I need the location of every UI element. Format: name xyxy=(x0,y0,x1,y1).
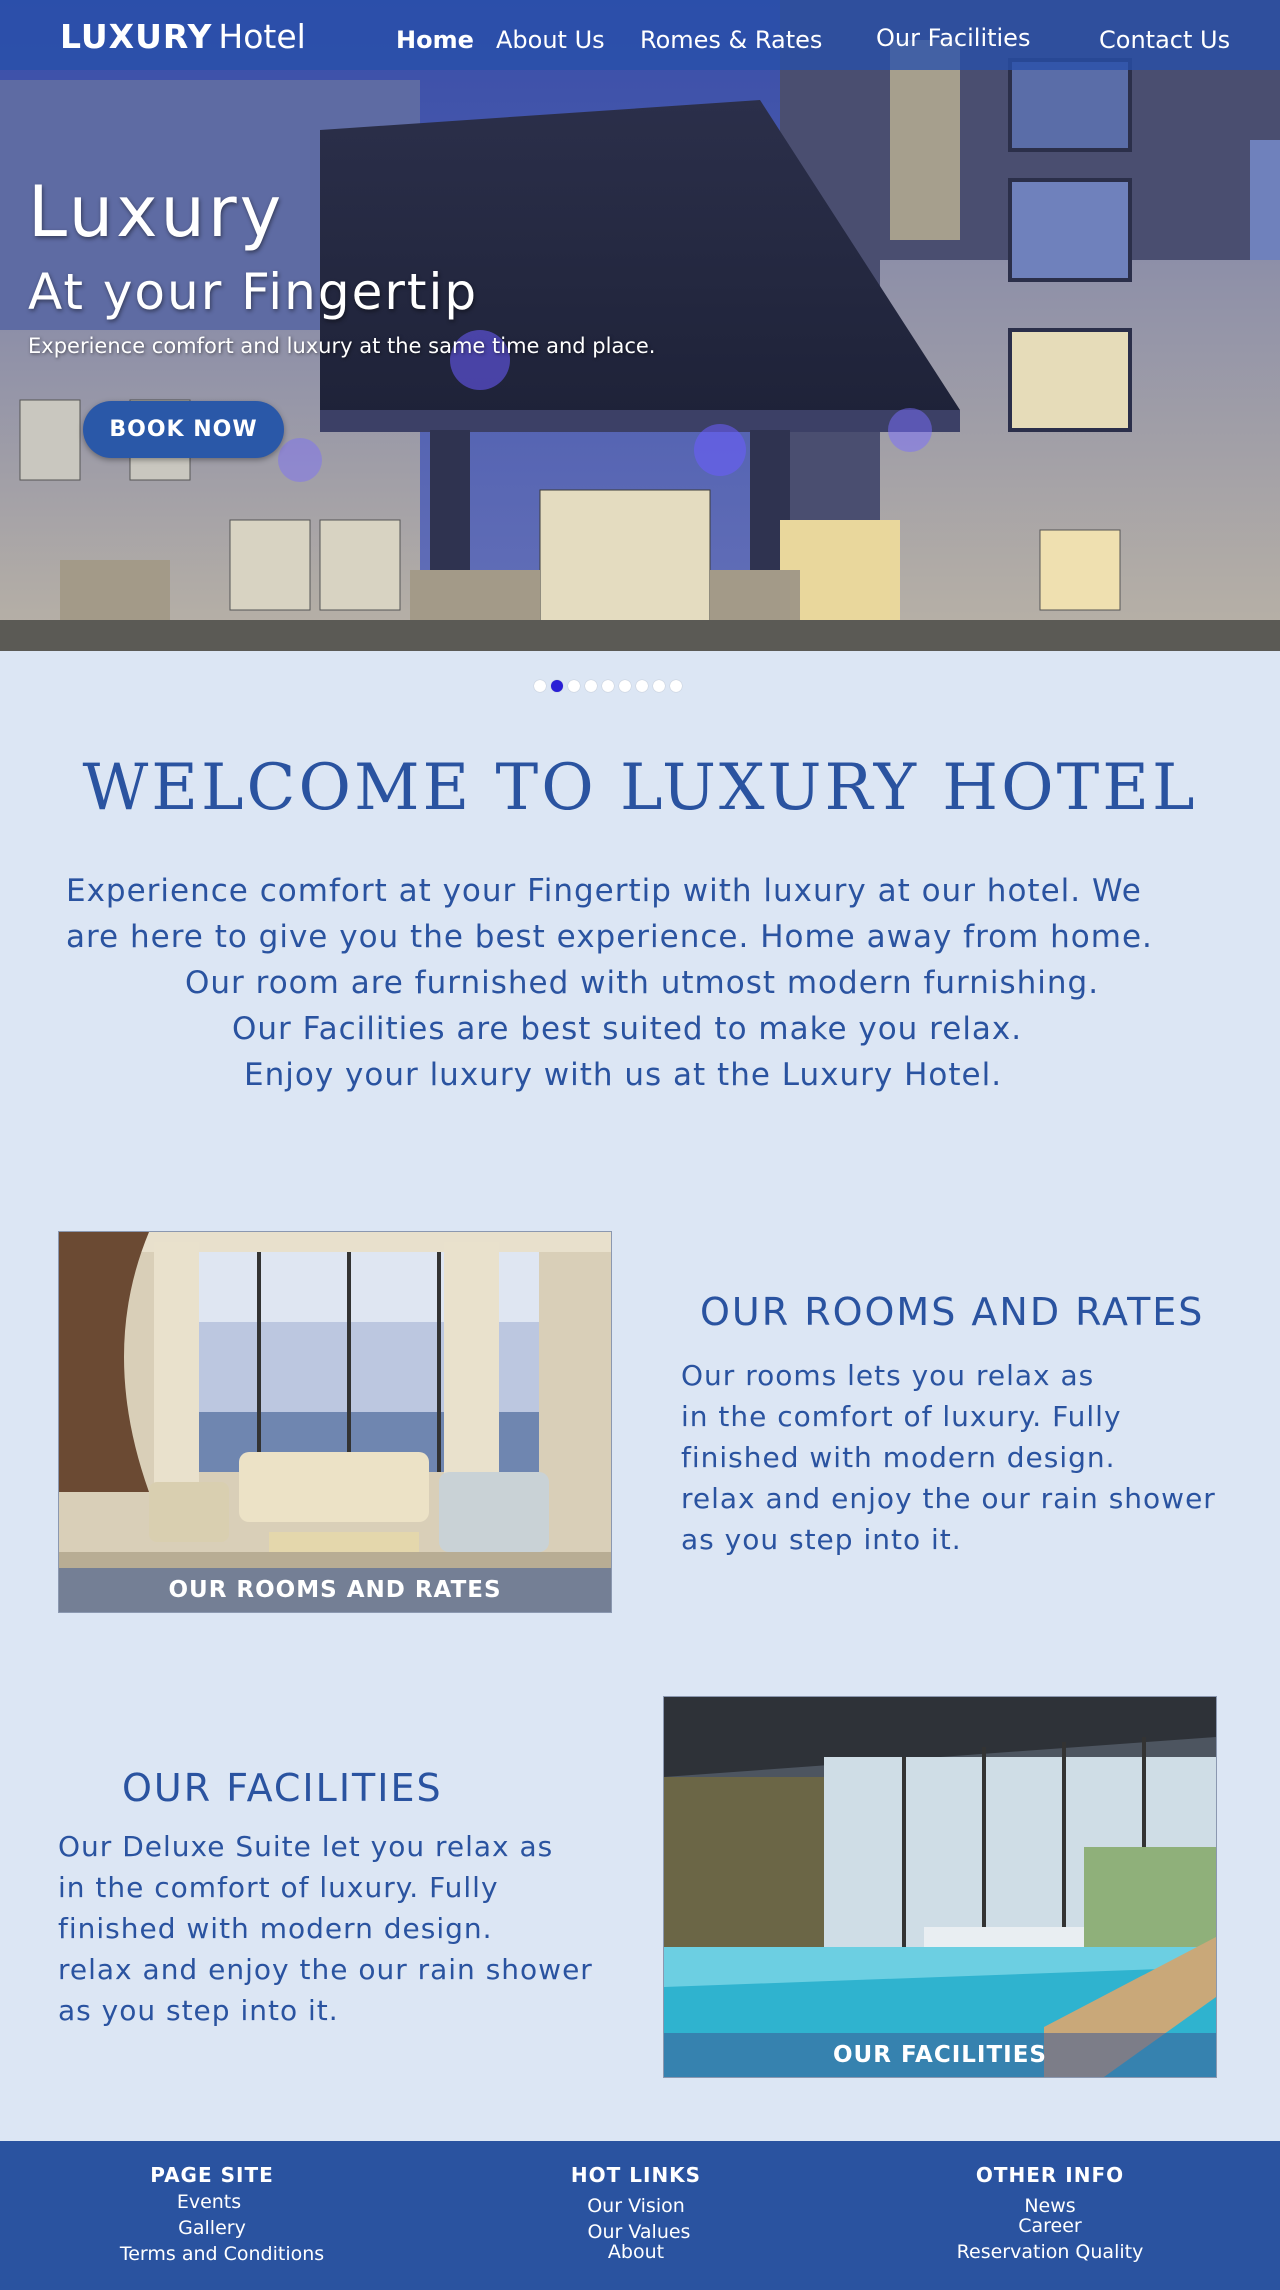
footer-link-about[interactable]: About xyxy=(456,2239,816,2265)
welcome-heading: WELCOME TO LUXURY HOTEL xyxy=(82,751,1198,825)
slider-dot[interactable] xyxy=(653,680,665,692)
welcome-line: Experience comfort at your Fingertip wit… xyxy=(66,873,1142,909)
footer-heading: PAGE SITE xyxy=(150,2163,274,2187)
rooms-line: relax and enjoy the our rain shower xyxy=(681,1482,1216,1515)
footer-link-events[interactable]: Events xyxy=(26,2189,392,2215)
footer-link-our-vision[interactable]: Our Vision xyxy=(456,2193,816,2219)
facilities-heading: OUR FACILITIES xyxy=(122,1766,443,1810)
hero-description: Experience comfort and luxury at the sam… xyxy=(28,334,656,358)
footer-link-reservation-quality[interactable]: Reservation Quality xyxy=(870,2239,1230,2265)
footer-link-gallery[interactable]: Gallery xyxy=(32,2215,392,2241)
slider-dot[interactable] xyxy=(602,680,614,692)
facilities-line: Our Deluxe Suite let you relax as xyxy=(58,1830,554,1863)
hero-subtitle: At your Fingertip xyxy=(28,263,479,321)
nav-rooms-rates[interactable]: Romes & Rates xyxy=(640,25,822,55)
welcome-line: Enjoy your luxury with us at the Luxury … xyxy=(244,1057,1003,1093)
brand-name-light: Hotel xyxy=(218,17,306,56)
top-navbar: LUXURY Hotel Home About Us Romes & Rates … xyxy=(0,0,1280,70)
facilities-description: Our Deluxe Suite let you relax as in the… xyxy=(58,1826,593,2031)
rooms-image-caption: OUR ROOMS AND RATES xyxy=(59,1568,611,1612)
facilities-line: finished with modern design. xyxy=(58,1912,493,1945)
facilities-image-card[interactable]: OUR FACILITIES xyxy=(663,1696,1217,2078)
brand-logo[interactable]: LUXURY Hotel xyxy=(60,17,306,57)
footer-heading: OTHER INFO xyxy=(975,2163,1125,2187)
slider-dots xyxy=(534,680,682,694)
facilities-image-caption: OUR FACILITIES xyxy=(664,2033,1216,2077)
living-room-image xyxy=(59,1232,611,1612)
welcome-line: Our room are furnished with utmost moder… xyxy=(185,965,1100,1001)
pool-image xyxy=(664,1697,1216,2077)
footer-column-page-site: PAGE SITE Events Gallery Terms and Condi… xyxy=(32,2161,392,2267)
rooms-line: Our rooms lets you relax as xyxy=(681,1359,1095,1392)
hotel-exterior-image xyxy=(0,0,1280,651)
footer-heading: HOT LINKS xyxy=(570,2163,702,2187)
slider-dot[interactable] xyxy=(670,680,682,692)
slider-dot[interactable] xyxy=(619,680,631,692)
hero-banner: LUXURY Hotel Home About Us Romes & Rates … xyxy=(0,0,1280,651)
nav-our-facilities[interactable]: Our Facilities xyxy=(876,23,1030,53)
hero-title: Luxury xyxy=(28,171,285,253)
rooms-line: finished with modern design. xyxy=(681,1441,1116,1474)
facilities-line: in the comfort of luxury. Fully xyxy=(58,1871,499,1904)
rooms-line: as you step into it. xyxy=(681,1523,962,1556)
brand-name-strong: LUXURY xyxy=(60,17,213,56)
footer-column-hot-links: HOT LINKS Our Vision Our Values About xyxy=(456,2161,816,2265)
footer-link-terms[interactable]: Terms and Conditions xyxy=(52,2241,392,2267)
footer-column-other-info: OTHER INFO News Career Reservation Quali… xyxy=(870,2161,1230,2265)
slider-dot[interactable] xyxy=(534,680,546,692)
nav-home[interactable]: Home xyxy=(396,25,474,55)
book-now-button[interactable]: BOOK NOW xyxy=(83,401,284,458)
welcome-line: Our Facilities are best suited to make y… xyxy=(232,1011,1023,1047)
slider-dot[interactable] xyxy=(585,680,597,692)
footer-link-career[interactable]: Career xyxy=(870,2213,1230,2239)
slider-dot[interactable] xyxy=(636,680,648,692)
slider-dot-active[interactable] xyxy=(551,680,563,692)
rooms-image-card[interactable]: OUR ROOMS AND RATES xyxy=(58,1231,612,1613)
site-footer: PAGE SITE Events Gallery Terms and Condi… xyxy=(0,2141,1280,2290)
facilities-line: as you step into it. xyxy=(58,1994,339,2027)
welcome-line: are here to give you the best experience… xyxy=(66,919,1153,955)
facilities-line: relax and enjoy the our rain shower xyxy=(58,1953,593,1986)
rooms-line: in the comfort of luxury. Fully xyxy=(681,1400,1122,1433)
slider-dot[interactable] xyxy=(568,680,580,692)
nav-about-us[interactable]: About Us xyxy=(496,25,605,55)
rooms-description: Our rooms lets you relax as in the comfo… xyxy=(681,1355,1216,1560)
rooms-heading: OUR ROOMS AND RATES xyxy=(700,1290,1205,1334)
nav-contact-us[interactable]: Contact Us xyxy=(1099,25,1230,55)
